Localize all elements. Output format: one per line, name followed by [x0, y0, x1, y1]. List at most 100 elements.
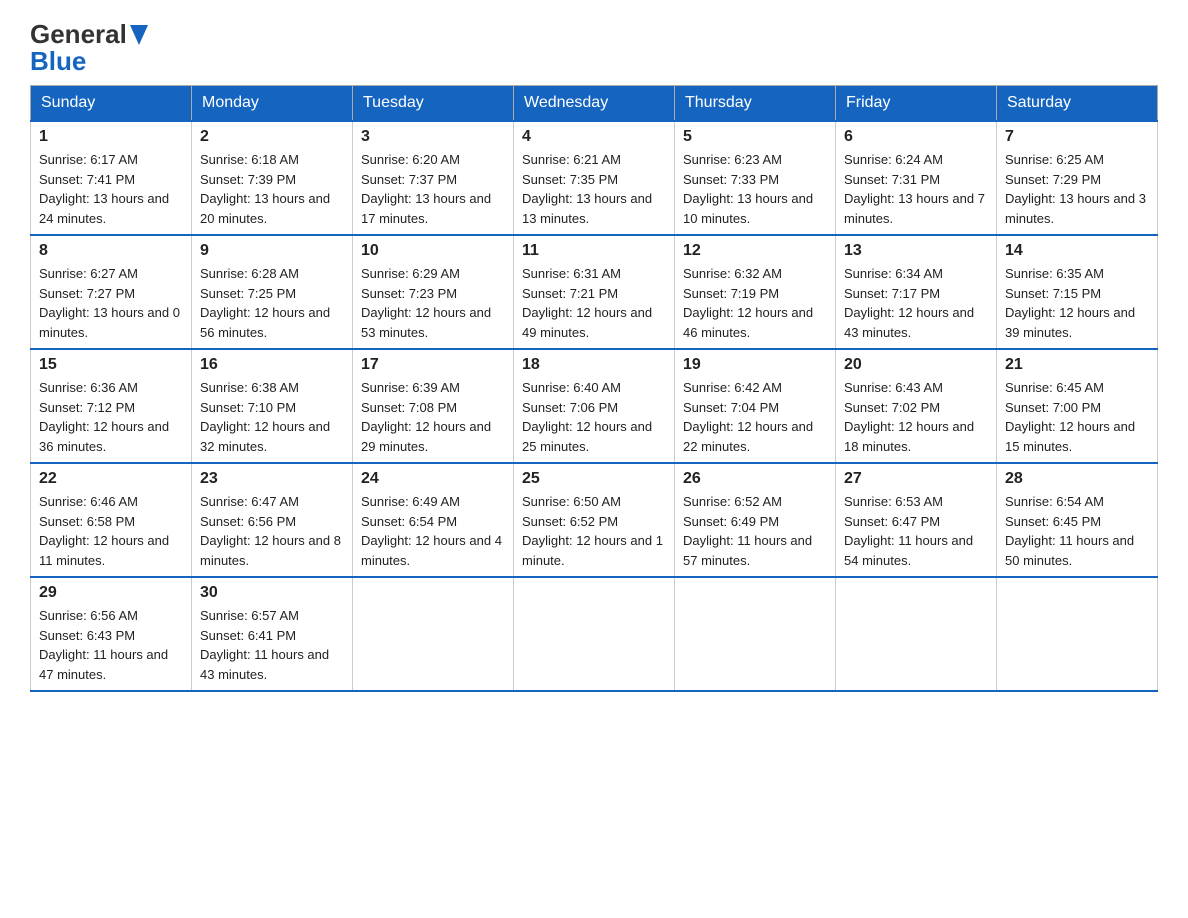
calendar-cell: 14 Sunrise: 6:35 AMSunset: 7:15 PMDayligh… [997, 235, 1158, 349]
calendar-cell: 5Sunrise: 6:23 AMSunset: 7:33 PMDaylight… [675, 121, 836, 235]
day-number: 19 [683, 356, 827, 374]
day-number: 3 [361, 128, 505, 146]
day-info: Sunrise: 6:27 AMSunset: 7:27 PMDaylight:… [39, 264, 183, 342]
calendar-cell: 6Sunrise: 6:24 AMSunset: 7:31 PMDaylight… [836, 121, 997, 235]
day-info: Sunrise: 6:45 AMSunset: 7:00 PMDaylight:… [1005, 378, 1149, 456]
day-number: 26 [683, 470, 827, 488]
day-info: Sunrise: 6:40 AMSunset: 7:06 PMDaylight:… [522, 378, 666, 456]
calendar-cell: 17Sunrise: 6:39 AMSunset: 7:08 PMDayligh… [353, 349, 514, 463]
calendar-cell: 20 Sunrise: 6:43 AMSunset: 7:02 PMDayligh… [836, 349, 997, 463]
day-number: 28 [1005, 470, 1149, 488]
calendar-cell: 27 Sunrise: 6:53 AMSunset: 6:47 PMDayligh… [836, 463, 997, 577]
weekday-header-saturday: Saturday [997, 86, 1158, 122]
day-info: Sunrise: 6:31 AMSunset: 7:21 PMDaylight:… [522, 264, 666, 342]
calendar-cell: 24Sunrise: 6:49 AMSunset: 6:54 PMDayligh… [353, 463, 514, 577]
day-info: Sunrise: 6:56 AMSunset: 6:43 PMDaylight:… [39, 606, 183, 684]
page-header: General Blue [30, 20, 1158, 75]
weekday-header-wednesday: Wednesday [514, 86, 675, 122]
day-number: 24 [361, 470, 505, 488]
day-info: Sunrise: 6:52 AMSunset: 6:49 PMDaylight:… [683, 492, 827, 570]
day-info: Sunrise: 6:47 AMSunset: 6:56 PMDaylight:… [200, 492, 344, 570]
day-info: Sunrise: 6:21 AMSunset: 7:35 PMDaylight:… [522, 150, 666, 228]
calendar-cell: 1Sunrise: 6:17 AMSunset: 7:41 PMDaylight… [31, 121, 192, 235]
calendar-cell: 26 Sunrise: 6:52 AMSunset: 6:49 PMDayligh… [675, 463, 836, 577]
calendar-cell: 30 Sunrise: 6:57 AMSunset: 6:41 PMDayligh… [192, 577, 353, 691]
day-info: Sunrise: 6:20 AMSunset: 7:37 PMDaylight:… [361, 150, 505, 228]
calendar-cell [997, 577, 1158, 691]
day-info: Sunrise: 6:35 AMSunset: 7:15 PMDaylight:… [1005, 264, 1149, 342]
day-number: 21 [1005, 356, 1149, 374]
calendar-cell: 29 Sunrise: 6:56 AMSunset: 6:43 PMDayligh… [31, 577, 192, 691]
calendar-cell: 12 Sunrise: 6:32 AMSunset: 7:19 PMDayligh… [675, 235, 836, 349]
day-info: Sunrise: 6:18 AMSunset: 7:39 PMDaylight:… [200, 150, 344, 228]
calendar-cell: 15 Sunrise: 6:36 AMSunset: 7:12 PMDayligh… [31, 349, 192, 463]
day-number: 12 [683, 242, 827, 260]
calendar-cell: 25 Sunrise: 6:50 AMSunset: 6:52 PMDayligh… [514, 463, 675, 577]
calendar-cell: 28 Sunrise: 6:54 AMSunset: 6:45 PMDayligh… [997, 463, 1158, 577]
calendar-cell: 22 Sunrise: 6:46 AMSunset: 6:58 PMDayligh… [31, 463, 192, 577]
day-info: Sunrise: 6:25 AMSunset: 7:29 PMDaylight:… [1005, 150, 1149, 228]
day-number: 14 [1005, 242, 1149, 260]
calendar-cell: 3 Sunrise: 6:20 AMSunset: 7:37 PMDaylight… [353, 121, 514, 235]
calendar-cell [675, 577, 836, 691]
day-info: Sunrise: 6:36 AMSunset: 7:12 PMDaylight:… [39, 378, 183, 456]
calendar-table: SundayMondayTuesdayWednesdayThursdayFrid… [30, 85, 1158, 692]
day-number: 23 [200, 470, 344, 488]
calendar-cell: 19Sunrise: 6:42 AMSunset: 7:04 PMDayligh… [675, 349, 836, 463]
day-info: Sunrise: 6:24 AMSunset: 7:31 PMDaylight:… [844, 150, 988, 228]
day-info: Sunrise: 6:38 AMSunset: 7:10 PMDaylight:… [200, 378, 344, 456]
day-number: 7 [1005, 128, 1149, 146]
day-number: 15 [39, 356, 183, 374]
calendar-cell [836, 577, 997, 691]
calendar-cell: 7 Sunrise: 6:25 AMSunset: 7:29 PMDaylight… [997, 121, 1158, 235]
day-info: Sunrise: 6:53 AMSunset: 6:47 PMDaylight:… [844, 492, 988, 570]
day-number: 29 [39, 584, 183, 602]
logo: General Blue [30, 20, 148, 75]
calendar-cell: 23 Sunrise: 6:47 AMSunset: 6:56 PMDayligh… [192, 463, 353, 577]
day-number: 25 [522, 470, 666, 488]
calendar-cell: 11 Sunrise: 6:31 AMSunset: 7:21 PMDayligh… [514, 235, 675, 349]
day-number: 20 [844, 356, 988, 374]
calendar-cell [353, 577, 514, 691]
day-info: Sunrise: 6:54 AMSunset: 6:45 PMDaylight:… [1005, 492, 1149, 570]
weekday-header-row: SundayMondayTuesdayWednesdayThursdayFrid… [31, 86, 1158, 122]
day-info: Sunrise: 6:28 AMSunset: 7:25 PMDaylight:… [200, 264, 344, 342]
day-number: 30 [200, 584, 344, 602]
day-info: Sunrise: 6:46 AMSunset: 6:58 PMDaylight:… [39, 492, 183, 570]
day-number: 10 [361, 242, 505, 260]
logo-text-blue: Blue [30, 47, 86, 76]
day-number: 13 [844, 242, 988, 260]
calendar-cell: 4 Sunrise: 6:21 AMSunset: 7:35 PMDaylight… [514, 121, 675, 235]
calendar-week-row: 8 Sunrise: 6:27 AMSunset: 7:27 PMDaylight… [31, 235, 1158, 349]
day-info: Sunrise: 6:32 AMSunset: 7:19 PMDaylight:… [683, 264, 827, 342]
calendar-cell: 2 Sunrise: 6:18 AMSunset: 7:39 PMDaylight… [192, 121, 353, 235]
logo-arrow-icon [130, 25, 148, 45]
day-info: Sunrise: 6:39 AMSunset: 7:08 PMDaylight:… [361, 378, 505, 456]
day-number: 18 [522, 356, 666, 374]
weekday-header-thursday: Thursday [675, 86, 836, 122]
day-number: 11 [522, 242, 666, 260]
day-info: Sunrise: 6:23 AMSunset: 7:33 PMDaylight:… [683, 150, 827, 228]
day-number: 8 [39, 242, 183, 260]
day-number: 27 [844, 470, 988, 488]
calendar-cell: 9Sunrise: 6:28 AMSunset: 7:25 PMDaylight… [192, 235, 353, 349]
day-info: Sunrise: 6:29 AMSunset: 7:23 PMDaylight:… [361, 264, 505, 342]
calendar-cell: 13 Sunrise: 6:34 AMSunset: 7:17 PMDayligh… [836, 235, 997, 349]
day-info: Sunrise: 6:57 AMSunset: 6:41 PMDaylight:… [200, 606, 344, 684]
calendar-cell: 10 Sunrise: 6:29 AMSunset: 7:23 PMDayligh… [353, 235, 514, 349]
calendar-cell: 8 Sunrise: 6:27 AMSunset: 7:27 PMDaylight… [31, 235, 192, 349]
calendar-week-row: 29 Sunrise: 6:56 AMSunset: 6:43 PMDayligh… [31, 577, 1158, 691]
calendar-cell: 16Sunrise: 6:38 AMSunset: 7:10 PMDayligh… [192, 349, 353, 463]
calendar-week-row: 1Sunrise: 6:17 AMSunset: 7:41 PMDaylight… [31, 121, 1158, 235]
day-number: 4 [522, 128, 666, 146]
calendar-cell [514, 577, 675, 691]
day-number: 2 [200, 128, 344, 146]
weekday-header-friday: Friday [836, 86, 997, 122]
calendar-week-row: 15 Sunrise: 6:36 AMSunset: 7:12 PMDayligh… [31, 349, 1158, 463]
day-number: 22 [39, 470, 183, 488]
day-number: 1 [39, 128, 183, 146]
day-info: Sunrise: 6:43 AMSunset: 7:02 PMDaylight:… [844, 378, 988, 456]
day-info: Sunrise: 6:50 AMSunset: 6:52 PMDaylight:… [522, 492, 666, 570]
day-info: Sunrise: 6:34 AMSunset: 7:17 PMDaylight:… [844, 264, 988, 342]
weekday-header-tuesday: Tuesday [353, 86, 514, 122]
